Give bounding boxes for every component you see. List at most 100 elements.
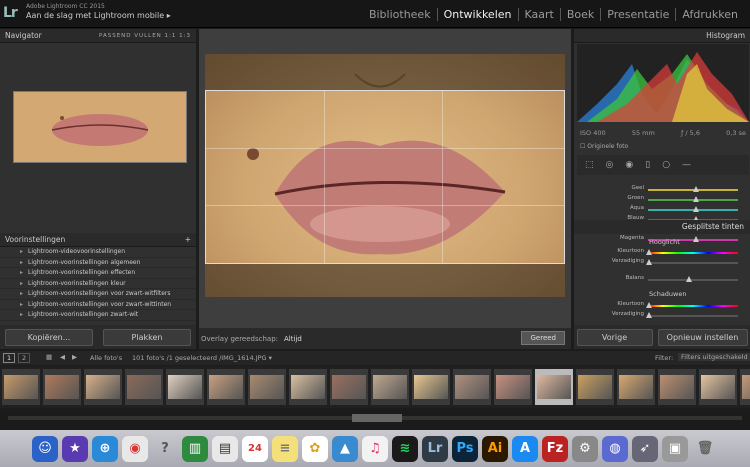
photo-count[interactable]: 101 foto's /1 geselecteerd /IMG_1614.JPG…	[132, 354, 272, 362]
highlight-saturation-slider[interactable]: Verzadiging	[574, 258, 750, 268]
preset-folder[interactable]: Lightroom-voorinstellingen zwart-wit	[0, 310, 196, 321]
done-button[interactable]: Gereed	[521, 331, 565, 345]
exif-info: ISO 400 55 mm ƒ / 5,6 0,3 se	[580, 129, 746, 137]
highlights-label: Hooglicht	[649, 238, 680, 246]
safari-icon[interactable]: ⊕	[92, 435, 118, 462]
crop-frame[interactable]	[205, 90, 565, 264]
navigator-preview[interactable]	[13, 91, 187, 163]
lightroom-icon[interactable]: Lr	[422, 435, 448, 462]
notes-icon[interactable]: ≡	[272, 435, 298, 462]
preset-folder[interactable]: Lightroom-videovoorinstellingen	[0, 247, 196, 258]
source-label[interactable]: Alle foto's	[90, 354, 122, 362]
main-window-button[interactable]: 1	[3, 353, 16, 363]
filmstrip-thumbnail[interactable]	[658, 369, 696, 405]
sync-status[interactable]: Aan de slag met Lightroom mobile ▸	[26, 11, 171, 20]
filmstrip-thumbnail[interactable]	[207, 369, 245, 405]
preset-folder[interactable]: Lightroom-voorinstellingen voor zwart-wi…	[0, 300, 196, 310]
filmstrip-thumbnail[interactable]	[248, 369, 286, 405]
original-photo-toggle[interactable]: ☐ Originele foto	[580, 143, 628, 150]
forward-arrow-icon[interactable]: ▶	[72, 353, 77, 361]
paste-button[interactable]: Plakken	[103, 328, 191, 346]
preset-folder[interactable]: Lightroom-voorinstellingen algemeen	[0, 258, 196, 268]
radial-filter-icon[interactable]: ○	[662, 160, 670, 170]
siri-icon[interactable]: ◍	[602, 435, 628, 462]
overlay-select[interactable]: Altijd	[284, 335, 302, 343]
filmstrip-thumbnail[interactable]	[453, 369, 491, 405]
module-print[interactable]: Afdrukken	[675, 8, 744, 21]
filmstrip-scrollbar[interactable]	[0, 410, 750, 430]
finder-icon[interactable]: ☺	[32, 435, 58, 462]
previous-button[interactable]: Vorige	[576, 328, 653, 346]
filmstrip-thumbnail[interactable]	[166, 369, 204, 405]
adjustment-brush-icon[interactable]: —	[682, 160, 691, 170]
calendar-icon[interactable]: 24	[242, 435, 268, 462]
module-develop[interactable]: Ontwikkelen	[436, 8, 518, 21]
hsl-slider-geel[interactable]: Geel	[574, 185, 750, 195]
system-preferences-icon[interactable]: ⚙	[572, 435, 598, 462]
preview-icon[interactable]: ▣	[662, 435, 688, 462]
filmstrip-thumbnail[interactable]	[43, 369, 81, 405]
module-library[interactable]: Bibliotheek	[363, 8, 437, 21]
module-slideshow[interactable]: Presentatie	[600, 8, 675, 21]
grid-view-icon[interactable]: ▦	[46, 353, 52, 361]
chrome-icon[interactable]: ◉	[122, 435, 148, 462]
add-preset-icon[interactable]: +	[185, 235, 191, 244]
crop-photo[interactable]	[205, 54, 565, 297]
numbers-icon[interactable]: ▥	[182, 435, 208, 462]
filmstrip-thumbnail[interactable]	[494, 369, 532, 405]
back-arrow-icon[interactable]: ◀	[60, 353, 65, 361]
zoom-options[interactable]: PASSEND VULLEN 1:1 1:3	[99, 33, 191, 39]
red-eye-icon[interactable]: ◉	[625, 160, 633, 170]
filmstrip-thumbnail[interactable]	[289, 369, 327, 405]
shadow-hue-slider[interactable]: Kleurtoon	[574, 301, 750, 311]
filmstrip-thumbnail[interactable]	[412, 369, 450, 405]
photos-icon[interactable]: ✿	[302, 435, 328, 462]
filmstrip-thumbnail[interactable]	[125, 369, 163, 405]
reset-button[interactable]: Opnieuw instellen	[657, 328, 748, 346]
filmstrip-thumbnail[interactable]	[2, 369, 40, 405]
filmstrip-thumbnail[interactable]	[617, 369, 655, 405]
photoshop-icon[interactable]: Ps	[452, 435, 478, 462]
launchpad-icon[interactable]: ➶	[632, 435, 658, 462]
filter-select[interactable]: Filters uitgeschakeld	[678, 353, 750, 361]
balance-slider[interactable]: Balans	[574, 275, 750, 285]
histogram-header[interactable]: Histogram	[574, 29, 750, 43]
imovie-star-icon[interactable]: ★	[62, 435, 88, 462]
filmstrip-thumbnail[interactable]	[740, 369, 750, 405]
hsl-slider-aqua[interactable]: Aqua	[574, 205, 750, 215]
trash-icon[interactable]: 🗑	[692, 436, 718, 462]
spot-removal-icon[interactable]: ◎	[606, 160, 614, 170]
app-store-icon[interactable]: A	[512, 435, 538, 462]
split-toning-header[interactable]: Gesplitste tinten	[574, 220, 750, 234]
help-icon[interactable]: ?	[152, 436, 178, 462]
filmstrip-thumbnail[interactable]	[330, 369, 368, 405]
module-map[interactable]: Kaart	[517, 8, 560, 21]
navigator-photo	[14, 92, 186, 162]
filezilla-icon[interactable]: Fz	[542, 435, 568, 462]
crop-tool-icon[interactable]: ⬚	[585, 160, 594, 170]
graduated-filter-icon[interactable]: ▯	[645, 160, 650, 170]
highlight-hue-slider[interactable]: Kleurtoon	[574, 248, 750, 258]
preset-folder[interactable]: Lightroom-voorinstellingen effecten	[0, 268, 196, 279]
module-book[interactable]: Boek	[559, 8, 600, 21]
presets-header[interactable]: Voorinstellingen +	[0, 233, 196, 247]
keynote-icon[interactable]: ▲	[332, 435, 358, 462]
preset-folder[interactable]: Lightroom-voorinstellingen kleur	[0, 279, 196, 289]
itunes-icon[interactable]: ♫	[362, 435, 388, 462]
filmstrip-thumbnail[interactable]	[576, 369, 614, 405]
hsl-slider-groen[interactable]: Groen	[574, 195, 750, 205]
presets-title: Voorinstellingen	[5, 235, 66, 244]
navigator-header[interactable]: Navigator PASSEND VULLEN 1:1 1:3	[0, 29, 196, 43]
spotify-icon[interactable]: ≋	[392, 435, 418, 462]
shadow-saturation-slider[interactable]: Verzadiging	[574, 311, 750, 321]
contacts-icon[interactable]: ▤	[212, 435, 238, 462]
filmstrip-thumbnail[interactable]	[699, 369, 737, 405]
illustrator-icon[interactable]: Ai	[482, 435, 508, 462]
filmstrip-thumbnail[interactable]	[371, 369, 409, 405]
histogram[interactable]	[577, 44, 749, 122]
preset-folder[interactable]: Lightroom-voorinstellingen voor zwart-wi…	[0, 289, 196, 300]
copy-button[interactable]: Kopiëren...	[5, 328, 93, 346]
filmstrip-thumbnail[interactable]	[535, 369, 573, 405]
filmstrip-thumbnail[interactable]	[84, 369, 122, 405]
second-window-button[interactable]: 2	[18, 353, 31, 363]
